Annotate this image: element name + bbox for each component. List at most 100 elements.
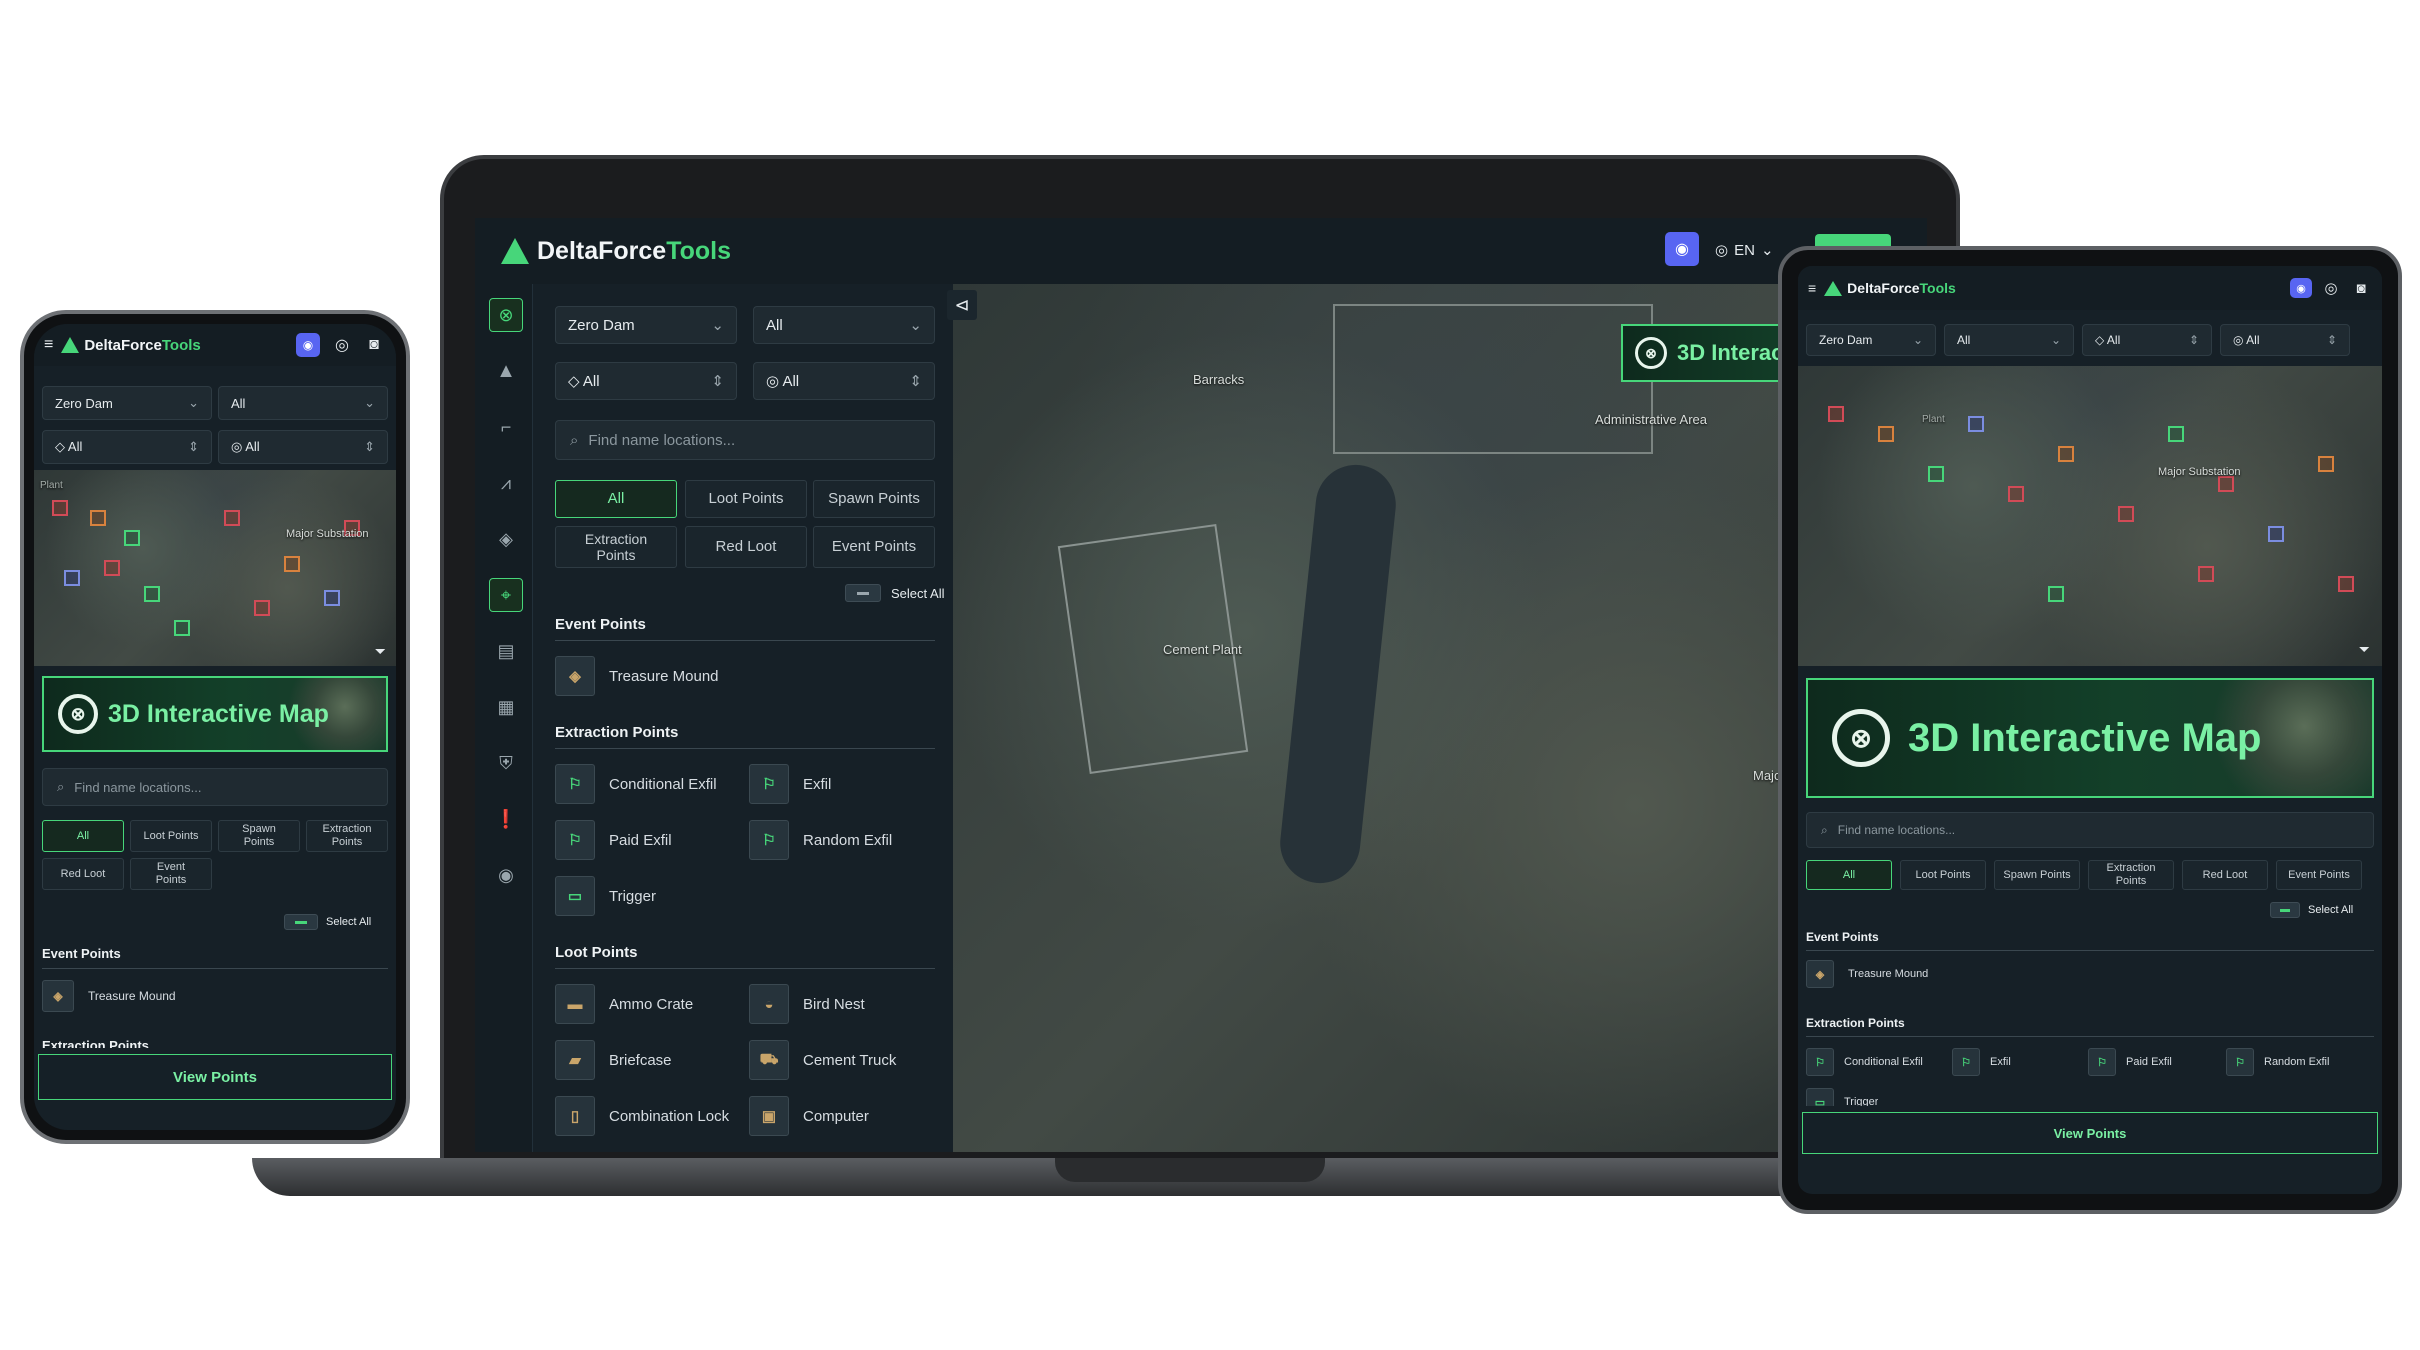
map-marker[interactable] <box>174 620 190 636</box>
logo[interactable]: DeltaForceTools <box>61 337 201 354</box>
floor-select[interactable]: ◎ All ⇕ <box>753 362 935 400</box>
point-paid-exfil[interactable]: ⚐ Paid Exfil <box>555 820 672 860</box>
point-ammo-crate[interactable]: ▬ Ammo Crate <box>555 984 693 1024</box>
phone-map-view[interactable]: Major Substation Plant ⏷ <box>34 470 396 666</box>
map-marker[interactable] <box>144 586 160 602</box>
map-marker[interactable] <box>2008 486 2024 502</box>
layer-select[interactable]: ◇ All ⇕ <box>2082 324 2212 356</box>
select-all[interactable]: Select All <box>284 914 371 930</box>
chip-loot-points[interactable]: Loot Points <box>130 820 212 852</box>
logo-rail-icon[interactable]: ▲ <box>489 354 523 388</box>
badge-icon[interactable]: ⛨ <box>489 746 523 780</box>
map-marker[interactable] <box>1828 406 1844 422</box>
point-treasure-mound[interactable]: ◈ Treasure Mound <box>42 980 176 1012</box>
select-all-checkbox[interactable] <box>2270 902 2300 918</box>
point-conditional-exfil[interactable]: ⚐ Conditional Exfil <box>555 764 717 804</box>
weapon-icon[interactable]: ⌐ <box>489 410 523 444</box>
map-marker[interactable] <box>224 510 240 526</box>
3d-map-banner[interactable]: ⊗ 3D Interactive Map <box>42 676 388 752</box>
chip-all[interactable]: All <box>555 480 677 518</box>
chip-event-points[interactable]: Event Points <box>2276 860 2362 890</box>
point-treasure-mound[interactable]: ◈ Treasure Mound <box>555 656 719 696</box>
select-all[interactable]: Select All <box>845 584 944 602</box>
map-select[interactable]: Zero Dam ⌄ <box>1806 324 1936 356</box>
view-points-button[interactable]: View Points <box>1802 1112 2378 1154</box>
category-select[interactable]: All ⌄ <box>218 386 388 420</box>
point-trigger[interactable]: ▭ Trigger <box>555 876 656 916</box>
chip-all[interactable]: All <box>42 820 124 852</box>
map-marker-icon[interactable]: ⊗ <box>489 298 523 332</box>
point-bird-nest[interactable]: ◒ Bird Nest <box>749 984 865 1024</box>
message-icon[interactable]: ▤ <box>489 634 523 668</box>
search-input[interactable]: ⌕ Find name locations... <box>555 420 935 460</box>
chip-spawn-points[interactable]: Spawn Points <box>813 480 935 518</box>
map-marker[interactable] <box>90 510 106 526</box>
layer-select[interactable]: ◇ All ⇕ <box>555 362 737 400</box>
map-marker[interactable] <box>1968 416 1984 432</box>
alert-icon[interactable]: ❗ <box>489 802 523 836</box>
chip-red-loot[interactable]: Red Loot <box>2182 860 2268 890</box>
map-marker[interactable] <box>2218 476 2234 492</box>
collapse-panel-button[interactable]: ⊲ <box>947 290 977 320</box>
discord-rail-icon[interactable]: ◉ <box>489 858 523 892</box>
map-marker[interactable] <box>254 600 270 616</box>
point-exfil[interactable]: ⚐ Exfil <box>749 764 831 804</box>
point-combination-lock[interactable]: ▯ Combination Lock <box>555 1096 729 1136</box>
layer-select[interactable]: ◇ All ⇕ <box>42 430 212 464</box>
category-select[interactable]: All ⌄ <box>753 306 935 344</box>
map-select[interactable]: Zero Dam ⌄ <box>42 386 212 420</box>
account-icon[interactable]: ◙ <box>362 333 386 357</box>
select-all[interactable]: Select All <box>2270 902 2353 918</box>
globe-icon[interactable]: ◎ <box>2320 278 2342 298</box>
globe-icon[interactable]: ◎ <box>330 333 354 357</box>
language-button[interactable]: ◎ EN ⌄ <box>1715 236 1774 264</box>
point-treasure-mound[interactable]: ◈ Treasure Mound <box>1806 960 1928 988</box>
chip-extraction-points[interactable]: Extraction Points <box>555 526 677 568</box>
chip-event-points[interactable]: Event Points <box>130 858 212 890</box>
chip-spawn-points[interactable]: Spawn Points <box>1994 860 2080 890</box>
map-marker[interactable] <box>64 570 80 586</box>
point-conditional-exfil[interactable]: ⚐ Conditional Exfil <box>1806 1048 1923 1076</box>
map-select[interactable]: Zero Dam ⌄ <box>555 306 737 344</box>
map-marker[interactable] <box>2338 576 2354 592</box>
category-select[interactable]: All ⌄ <box>1944 324 2074 356</box>
menu-icon[interactable]: ≡ <box>44 336 53 354</box>
discord-icon[interactable]: ◉ <box>296 333 320 357</box>
point-exfil[interactable]: ⚐ Exfil <box>1952 1048 2011 1076</box>
map-marker[interactable] <box>52 500 68 516</box>
chip-extraction-points[interactable]: Extraction Points <box>306 820 388 852</box>
logo[interactable]: DeltaForceTools <box>1824 280 1956 296</box>
map-marker[interactable] <box>104 560 120 576</box>
logo[interactable]: DeltaForceTools <box>501 237 731 266</box>
map-marker[interactable] <box>324 590 340 606</box>
location-pin-icon[interactable]: ⌖ <box>489 578 523 612</box>
chip-red-loot[interactable]: Red Loot <box>42 858 124 890</box>
map-marker[interactable] <box>2268 526 2284 542</box>
point-random-exfil[interactable]: ⚐ Random Exfil <box>2226 1048 2329 1076</box>
point-cement-truck[interactable]: ⛟ Cement Truck <box>749 1040 896 1080</box>
discord-icon[interactable]: ◉ <box>1665 232 1699 266</box>
account-icon[interactable]: ◙ <box>2350 278 2372 298</box>
point-paid-exfil[interactable]: ⚐ Paid Exfil <box>2088 1048 2172 1076</box>
map-marker[interactable] <box>284 556 300 572</box>
expand-map-icon[interactable]: ⏷ <box>2359 641 2370 658</box>
chip-event-points[interactable]: Event Points <box>813 526 935 568</box>
select-all-checkbox[interactable] <box>284 914 318 930</box>
expand-map-icon[interactable]: ⏷ <box>375 643 386 660</box>
chip-all[interactable]: All <box>1806 860 1892 890</box>
menu-icon[interactable]: ≡ <box>1808 280 1816 296</box>
search-input[interactable]: ⌕ Find name locations... <box>42 768 388 806</box>
view-points-button[interactable]: View Points <box>38 1054 392 1100</box>
map-marker[interactable] <box>124 530 140 546</box>
tablet-map-view[interactable]: Major Substation Plant ⏷ <box>1798 366 2382 666</box>
map-marker[interactable] <box>2048 586 2064 602</box>
point-computer[interactable]: ▣ Computer <box>749 1096 869 1136</box>
map-marker[interactable] <box>2118 506 2134 522</box>
3d-map-banner[interactable]: ⊗ 3D Interactive Map <box>1806 678 2374 798</box>
map-marker[interactable] <box>1878 426 1894 442</box>
grid-icon[interactable]: ▦ <box>489 690 523 724</box>
point-briefcase[interactable]: ▰ Briefcase <box>555 1040 672 1080</box>
chip-loot-points[interactable]: Loot Points <box>1900 860 1986 890</box>
floor-select[interactable]: ◎ All ⇕ <box>2220 324 2350 356</box>
map-marker[interactable] <box>2198 566 2214 582</box>
